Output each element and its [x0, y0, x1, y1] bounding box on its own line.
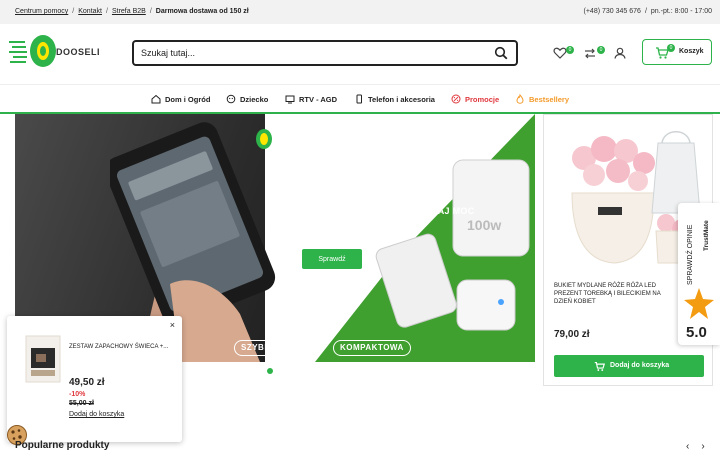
add-to-cart-label: Dodaj do koszyka [610, 362, 670, 369]
svg-text:TrustMate: TrustMate [703, 220, 710, 251]
popup-product-image[interactable] [24, 334, 62, 384]
logo-graphic: DOOSELL [9, 35, 103, 67]
cart-label: Koszyk [679, 48, 704, 55]
phone-number[interactable]: (+48) 730 345 676 [584, 8, 641, 15]
popup-product-name[interactable]: ZESTAW ZAPACHOWY ŚWIECA +... [69, 343, 169, 351]
nav-item-bestsellers[interactable]: Bestsellery [515, 94, 569, 104]
nav-item-phone-accessories[interactable]: Telefon i akcesoria [354, 94, 435, 104]
trust-label-vertical: SPRAWDŹ OPINIE [685, 224, 694, 285]
svg-text:100w: 100w [467, 217, 501, 233]
nav-item-label: Bestsellery [529, 94, 570, 104]
trust-score: 5.0 [686, 324, 707, 341]
header: DOOSELL 0 0 0 Koszyk [0, 24, 720, 84]
chevron-right-icon[interactable]: › [701, 441, 704, 452]
wishlist-badge: 0 [566, 46, 574, 54]
popup-discount: -10% [69, 391, 86, 398]
user-icon[interactable] [613, 46, 627, 60]
nav-item-child[interactable]: Dziecko [226, 94, 268, 104]
compare-icon[interactable] [583, 46, 597, 60]
cart-badge: 0 [667, 44, 675, 52]
free-delivery-info: Darmowa dostawa od 150 zł [155, 8, 249, 15]
compare-badge: 0 [597, 46, 605, 54]
top-links: Centrum pomocy / Kontakt / Strefa B2B / … [15, 8, 249, 15]
check-button[interactable]: Sprawdź [302, 249, 362, 269]
nav-item-label: Dziecko [240, 94, 269, 104]
popup-old-price: 55,00 zł [69, 400, 94, 407]
hero-price: 48,00 zł [302, 218, 381, 243]
star-icon [684, 288, 714, 319]
chevron-left-icon[interactable]: ‹ [686, 441, 689, 452]
separator: / [644, 8, 647, 15]
main-nav: Dom i Ogród Dziecko RTV - AGD Telefon i … [0, 84, 720, 114]
nav-item-label: Dom i Ogród [165, 94, 211, 104]
feature-pill-fast: SZYBKA [234, 340, 284, 356]
nav-item-rtv-agd[interactable]: RTV - AGD [285, 94, 337, 104]
nav-item-home-garden[interactable]: Dom i Ogród [151, 94, 210, 104]
tv-icon [285, 95, 295, 104]
hero-headline: SZYBKIE ŁADOWANIE - ZYSKAJ MOC [302, 206, 475, 216]
close-icon[interactable]: × [170, 320, 175, 330]
nav-item-promotions[interactable]: Promocje [451, 94, 499, 104]
slider-dot-active[interactable] [267, 368, 273, 374]
nav-item-label: Telefon i akcesoria [368, 94, 435, 104]
top-bar: Centrum pomocy / Kontakt / Strefa B2B / … [0, 0, 720, 24]
search-box [132, 40, 518, 66]
product-title[interactable]: BUKIET MYDLANE RÓŻE RÓŻA LED PREZENT TOR… [554, 282, 678, 306]
flame-icon [516, 94, 524, 104]
logo-text: DOOSELL [56, 47, 99, 57]
recent-purchase-popup: × ZESTAW ZAPACHOWY ŚWIECA +... 49,50 zł … [7, 316, 182, 442]
logo[interactable]: DOOSELL [9, 34, 103, 68]
nav-item-label: RTV - AGD [299, 94, 338, 104]
svg-text:SPRAWDŹ OPINIE: SPRAWDŹ OPINIE [685, 224, 694, 285]
percent-icon [451, 94, 461, 104]
opening-hours: pn.-pt.: 8:00 - 17:00 [650, 8, 712, 15]
carousel-arrows: ‹ › [686, 441, 705, 452]
separator: / [106, 8, 108, 15]
separator: / [72, 8, 75, 15]
trustmate-brand-vertical: TrustMate [703, 220, 710, 251]
cart-button[interactable]: 0 Koszyk [642, 39, 712, 65]
trustmate-widget[interactable]: SPRAWDŹ OPINIE TrustMate 5.0 [678, 203, 720, 345]
popup-product-price: 49,50 zł [69, 377, 105, 388]
search-input[interactable] [141, 46, 481, 60]
home-icon [151, 94, 161, 104]
popup-add-to-cart-link[interactable]: Dodaj do koszyka [69, 411, 124, 418]
baby-icon [226, 94, 236, 104]
product-price: 79,00 zł [554, 329, 590, 340]
charger-image: 100w [375, 159, 530, 331]
separator: / [149, 8, 152, 15]
brand-logo-small [256, 129, 272, 149]
contact-link[interactable]: Kontakt [78, 8, 102, 15]
cart-icon [594, 361, 605, 371]
heart-icon[interactable] [553, 46, 567, 60]
b2b-link[interactable]: Strefa B2B [112, 8, 146, 15]
feature-pill-compact: KOMPAKTOWA [333, 340, 411, 356]
add-to-cart-button[interactable]: Dodaj do koszyka [554, 355, 704, 377]
nav-item-label: Promocje [465, 94, 500, 104]
search-icon[interactable] [494, 46, 508, 60]
contact-info: (+48) 730 345 676 / pn.-pt.: 8:00 - 17:0… [584, 8, 712, 15]
help-center-link[interactable]: Centrum pomocy [15, 8, 68, 15]
phone-icon [356, 94, 362, 104]
section-title: Popularne produkty [15, 440, 110, 451]
